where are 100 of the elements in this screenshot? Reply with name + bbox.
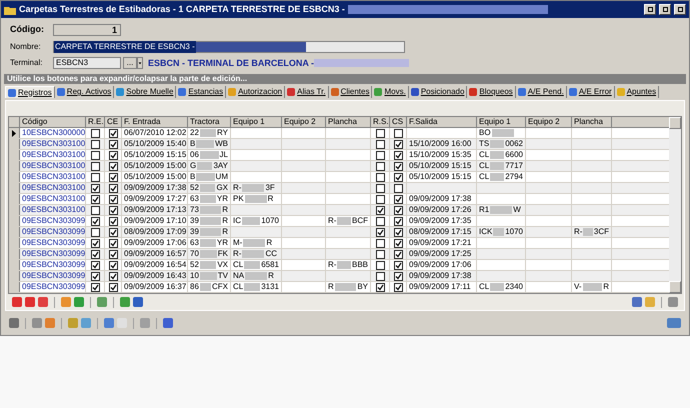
table-cell: 73 R <box>188 205 231 215</box>
scrollbar[interactable] <box>669 117 681 293</box>
checkbox[interactable] <box>376 272 384 280</box>
checkbox[interactable] <box>394 150 402 160</box>
browse-button[interactable]: ... <box>123 57 137 70</box>
checkbox[interactable] <box>108 250 118 258</box>
column-header[interactable]: R.S. <box>371 117 390 127</box>
checkbox[interactable] <box>108 128 118 138</box>
checkbox[interactable] <box>90 206 100 214</box>
tab[interactable]: Posicionado <box>408 86 468 98</box>
checkbox[interactable] <box>108 194 118 204</box>
checkbox[interactable] <box>108 140 118 148</box>
code-field[interactable]: 1 <box>53 24 121 36</box>
checkbox[interactable] <box>394 172 402 182</box>
checkbox[interactable] <box>376 172 384 182</box>
checkbox[interactable] <box>90 238 100 248</box>
checkbox[interactable] <box>376 150 384 160</box>
checkbox[interactable] <box>376 238 384 248</box>
table-cell: 05/10/2009 15:00 <box>122 161 188 171</box>
column-header[interactable]: Equipo 1 <box>231 117 282 127</box>
checkbox[interactable] <box>90 194 100 204</box>
checkbox[interactable] <box>108 172 118 182</box>
checkbox[interactable] <box>108 216 118 226</box>
column-header[interactable]: Equipo 2 <box>526 117 572 127</box>
column-header[interactable]: R.E. <box>86 117 105 127</box>
checkbox[interactable] <box>90 272 100 280</box>
column-header[interactable]: Tractora <box>188 117 231 127</box>
checkbox[interactable] <box>376 282 384 292</box>
checkbox[interactable] <box>394 206 402 214</box>
checkbox[interactable] <box>394 282 402 292</box>
checkbox[interactable] <box>376 228 384 236</box>
tab[interactable]: Sobre Muelle <box>114 86 176 98</box>
checkbox[interactable] <box>90 184 100 192</box>
tab[interactable]: Bloqueos <box>467 86 516 98</box>
checkbox[interactable] <box>376 206 384 214</box>
tab[interactable]: Estancias <box>176 86 226 98</box>
checkbox[interactable] <box>394 250 402 258</box>
tab[interactable]: Registros <box>5 86 55 98</box>
checkbox[interactable] <box>90 150 100 160</box>
tab[interactable]: Alias Tr. <box>285 86 329 98</box>
checkbox[interactable] <box>376 216 384 226</box>
checkbox[interactable] <box>108 162 118 170</box>
row-selector[interactable] <box>9 128 20 138</box>
checkbox[interactable] <box>376 162 384 170</box>
checkbox[interactable] <box>376 260 384 270</box>
table-cell: 63 YR <box>188 194 231 204</box>
column-header[interactable]: Plancha <box>572 117 612 127</box>
checkbox[interactable] <box>90 260 100 270</box>
checkbox[interactable] <box>108 238 118 248</box>
column-header[interactable]: Plancha <box>326 117 371 127</box>
checkbox[interactable] <box>394 228 402 236</box>
column-header[interactable]: CS <box>390 117 407 127</box>
table-cell: 09ESBCN303100 <box>20 183 86 193</box>
checkbox[interactable] <box>376 128 384 138</box>
checkbox[interactable] <box>376 194 384 204</box>
tab[interactable]: A/E Error <box>566 86 615 98</box>
checkbox[interactable] <box>90 172 100 182</box>
checkbox[interactable] <box>394 238 402 248</box>
column-header[interactable]: F.Salida <box>407 117 477 127</box>
checkbox[interactable] <box>394 184 402 192</box>
table-cell: 09/09/2009 17:35 <box>407 216 477 226</box>
checkbox[interactable] <box>394 260 402 270</box>
checkbox[interactable] <box>108 260 118 270</box>
tab[interactable]: Clientes <box>328 86 372 98</box>
checkbox[interactable] <box>90 216 100 226</box>
column-header[interactable]: Equipo 1 <box>477 117 526 127</box>
checkbox[interactable] <box>90 162 100 170</box>
checkbox[interactable] <box>90 250 100 258</box>
checkbox[interactable] <box>108 206 118 214</box>
terminal-field[interactable]: ESBCN3 <box>53 57 121 70</box>
tab[interactable]: Reg. Activos <box>54 86 114 98</box>
checkbox[interactable] <box>90 128 100 138</box>
tab[interactable]: Movs. <box>372 86 409 98</box>
column-header[interactable]: Equipo 2 <box>282 117 326 127</box>
checkbox[interactable] <box>376 184 384 192</box>
checkbox[interactable] <box>90 228 100 236</box>
checkbox[interactable] <box>394 272 402 280</box>
tab[interactable]: Apuntes <box>614 86 660 98</box>
checkbox[interactable] <box>108 228 118 236</box>
checkbox[interactable] <box>108 150 118 160</box>
column-header[interactable]: F. Entrada <box>122 117 188 127</box>
table-cell: 09ESBCN303100 <box>20 172 86 182</box>
checkbox[interactable] <box>376 140 384 148</box>
checkbox[interactable] <box>108 282 118 292</box>
checkbox[interactable] <box>108 272 118 280</box>
tab[interactable]: A/E Pend. <box>516 86 567 98</box>
checkbox[interactable] <box>90 140 100 148</box>
checkbox[interactable] <box>394 194 402 204</box>
table-cell: B WB <box>188 139 231 149</box>
checkbox[interactable] <box>376 250 384 258</box>
checkbox[interactable] <box>394 128 402 138</box>
name-field[interactable]: CARPETA TERRESTRE DE ESBCN3 - <box>53 40 405 52</box>
checkbox[interactable] <box>394 140 402 148</box>
column-header[interactable]: Código <box>20 117 86 127</box>
checkbox[interactable] <box>90 282 100 292</box>
column-header[interactable]: CE <box>105 117 122 127</box>
checkbox[interactable] <box>394 162 402 170</box>
checkbox[interactable] <box>394 216 402 226</box>
checkbox[interactable] <box>108 184 118 192</box>
tab[interactable]: Autorizacion <box>226 86 286 98</box>
